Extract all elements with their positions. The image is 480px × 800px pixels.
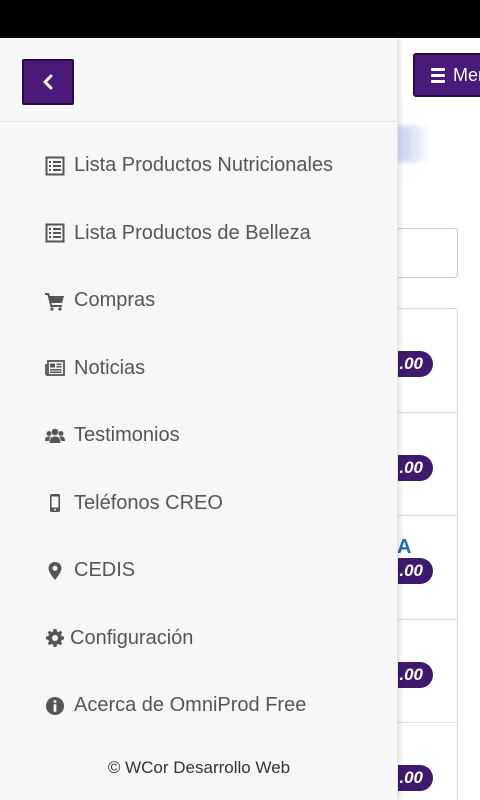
- menu-item-configuracion[interactable]: Configuración: [0, 605, 397, 673]
- newspaper-icon: [44, 357, 66, 379]
- menu-item-label: Teléfonos CREO: [74, 491, 223, 514]
- status-bar: [0, 0, 480, 38]
- navigation-drawer: Lista Productos Nutricionales Lista Prod…: [0, 38, 398, 800]
- info-icon: [44, 695, 66, 717]
- menu-item-lista-belleza[interactable]: Lista Productos de Belleza: [0, 200, 397, 268]
- menu-button-label: Mer: [453, 64, 480, 85]
- menu-item-label: Configuración: [70, 626, 194, 649]
- close-drawer-button[interactable]: [22, 59, 74, 105]
- drawer-footer: © WCor Desarrollo Web: [107, 758, 291, 777]
- list-icon: [44, 155, 66, 177]
- menu-item-label: Compras: [74, 289, 156, 312]
- mobile-icon: [44, 492, 66, 514]
- cart-icon: [44, 290, 66, 312]
- menu-item-acerca[interactable]: Acerca de OmniProd Free: [0, 672, 397, 740]
- menu-item-label: Lista Productos de Belleza: [74, 221, 311, 244]
- menu-button[interactable]: Mer: [413, 53, 480, 97]
- menu-item-label: CEDIS: [74, 559, 136, 582]
- drawer-header: [0, 38, 397, 122]
- menu-item-label: Noticias: [74, 356, 146, 379]
- drawer-menu: Lista Productos Nutricionales Lista Prod…: [0, 122, 397, 740]
- users-icon: [44, 425, 66, 447]
- menu-item-compras[interactable]: Compras: [0, 267, 397, 335]
- menu-item-label: Lista Productos Nutricionales: [74, 154, 334, 177]
- menu-item-label: Testimonios: [74, 424, 180, 447]
- map-marker-icon: [44, 560, 66, 582]
- list-icon: [44, 222, 66, 244]
- menu-item-label: Acerca de OmniProd Free: [74, 694, 307, 717]
- menu-item-lista-nutricionales[interactable]: Lista Productos Nutricionales: [0, 132, 397, 200]
- menu-item-testimonios[interactable]: Testimonios: [0, 402, 397, 470]
- menu-item-telefonos[interactable]: Teléfonos CREO: [0, 470, 397, 538]
- product-name-fragment: A: [397, 536, 412, 558]
- menu-item-noticias[interactable]: Noticias: [0, 335, 397, 403]
- menu-item-cedis[interactable]: CEDIS: [0, 537, 397, 605]
- chevron-left-icon: [43, 74, 53, 90]
- gear-icon: [44, 627, 66, 649]
- hamburger-icon: [431, 67, 445, 83]
